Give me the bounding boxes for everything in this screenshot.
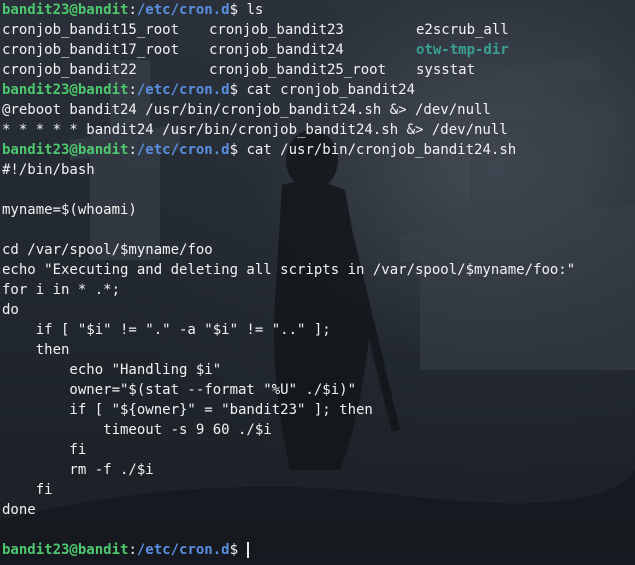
script-line: if [ "$i" != "." -a "$i" != ".." ]; bbox=[2, 322, 331, 338]
prompt-path: /etc/cron.d bbox=[136, 82, 230, 98]
prompt-line: bandit23@bandit:/etc/cron.d$ ls bbox=[2, 0, 635, 20]
ls-entry: sysstat bbox=[416, 62, 476, 78]
prompt-sigil: $ bbox=[229, 82, 247, 98]
ls-output-row: cronjob_bandit17_root cronjob_bandit24 otw… bbox=[2, 40, 635, 60]
script-line: cd /var/spool/$myname/foo bbox=[2, 242, 213, 258]
prompt-line: bandit23@bandit:/etc/cron.d$ cat cronjob… bbox=[2, 80, 635, 100]
ls-entry-directory: otw-tmp-dir bbox=[416, 42, 509, 58]
crontab-line: @reboot bandit24 /usr/bin/cronjob_bandit… bbox=[2, 102, 491, 118]
script-line: owner="$(stat --format "%U" ./$i)" bbox=[2, 382, 357, 398]
script-line: for i in * .*; bbox=[2, 282, 121, 298]
prompt-user: bandit23@bandit bbox=[2, 542, 129, 558]
script-line: done bbox=[2, 502, 36, 518]
ls-entry: cronjob_bandit25_root bbox=[209, 62, 387, 78]
script-line: if [ "${owner}" = "bandit23" ]; then bbox=[2, 402, 373, 418]
script-line: fi bbox=[2, 442, 87, 458]
ls-entry: cronjob_bandit22 bbox=[2, 62, 137, 78]
script-line bbox=[2, 220, 635, 240]
ls-entry: cronjob_bandit24 bbox=[209, 42, 344, 58]
ls-entry: cronjob_bandit23 bbox=[209, 22, 344, 38]
command-text: cat /usr/bin/cronjob_bandit24.sh bbox=[246, 142, 517, 158]
script-line bbox=[2, 520, 635, 540]
ls-output-row: cronjob_bandit15_root cronjob_bandit23 e2s… bbox=[2, 20, 635, 40]
script-line: echo "Executing and deleting all scripts… bbox=[2, 262, 576, 278]
text-cursor[interactable] bbox=[247, 542, 250, 558]
prompt-separator: : bbox=[128, 542, 137, 558]
script-line: then bbox=[2, 342, 70, 358]
crontab-line: * * * * * bandit24 /usr/bin/cronjob_band… bbox=[2, 122, 508, 138]
command-text: cat cronjob_bandit24 bbox=[246, 82, 416, 98]
script-line: #!/bin/bash bbox=[2, 162, 95, 178]
terminal-window[interactable]: bandit23@bandit:/etc/cron.d$ ls cronjob_… bbox=[0, 0, 635, 565]
prompt-separator: : bbox=[128, 82, 137, 98]
prompt-path: /etc/cron.d bbox=[136, 142, 230, 158]
prompt-path: /etc/cron.d bbox=[136, 542, 230, 558]
script-line: rm -f ./$i bbox=[2, 462, 154, 478]
ls-output-row: cronjob_bandit22 cronjob_bandit25_root sys… bbox=[2, 60, 635, 80]
active-prompt-line[interactable]: bandit23@bandit:/etc/cron.d$ bbox=[2, 540, 635, 560]
command-text: ls bbox=[246, 2, 264, 18]
prompt-line: bandit23@bandit:/etc/cron.d$ cat /usr/bi… bbox=[2, 140, 635, 160]
prompt-separator: : bbox=[128, 142, 137, 158]
prompt-separator: : bbox=[128, 2, 137, 18]
script-line bbox=[2, 180, 635, 200]
prompt-user: bandit23@bandit bbox=[2, 142, 129, 158]
ls-entry: e2scrub_all bbox=[416, 22, 509, 38]
prompt-user: bandit23@bandit bbox=[2, 2, 129, 18]
script-line: echo "Handling $i" bbox=[2, 362, 222, 378]
script-line: do bbox=[2, 302, 19, 318]
script-line: timeout -s 9 60 ./$i bbox=[2, 422, 272, 438]
ls-entry: cronjob_bandit15_root bbox=[2, 22, 180, 38]
prompt-user: bandit23@bandit bbox=[2, 82, 129, 98]
script-line: fi bbox=[2, 482, 53, 498]
script-line: myname=$(whoami) bbox=[2, 202, 137, 218]
prompt-sigil: $ bbox=[229, 2, 247, 18]
prompt-sigil: $ bbox=[229, 142, 247, 158]
prompt-path: /etc/cron.d bbox=[136, 2, 230, 18]
terminal-output: bandit23@bandit:/etc/cron.d$ ls cronjob_… bbox=[2, 0, 635, 560]
prompt-sigil: $ bbox=[229, 542, 247, 558]
ls-entry: cronjob_bandit17_root bbox=[2, 42, 180, 58]
